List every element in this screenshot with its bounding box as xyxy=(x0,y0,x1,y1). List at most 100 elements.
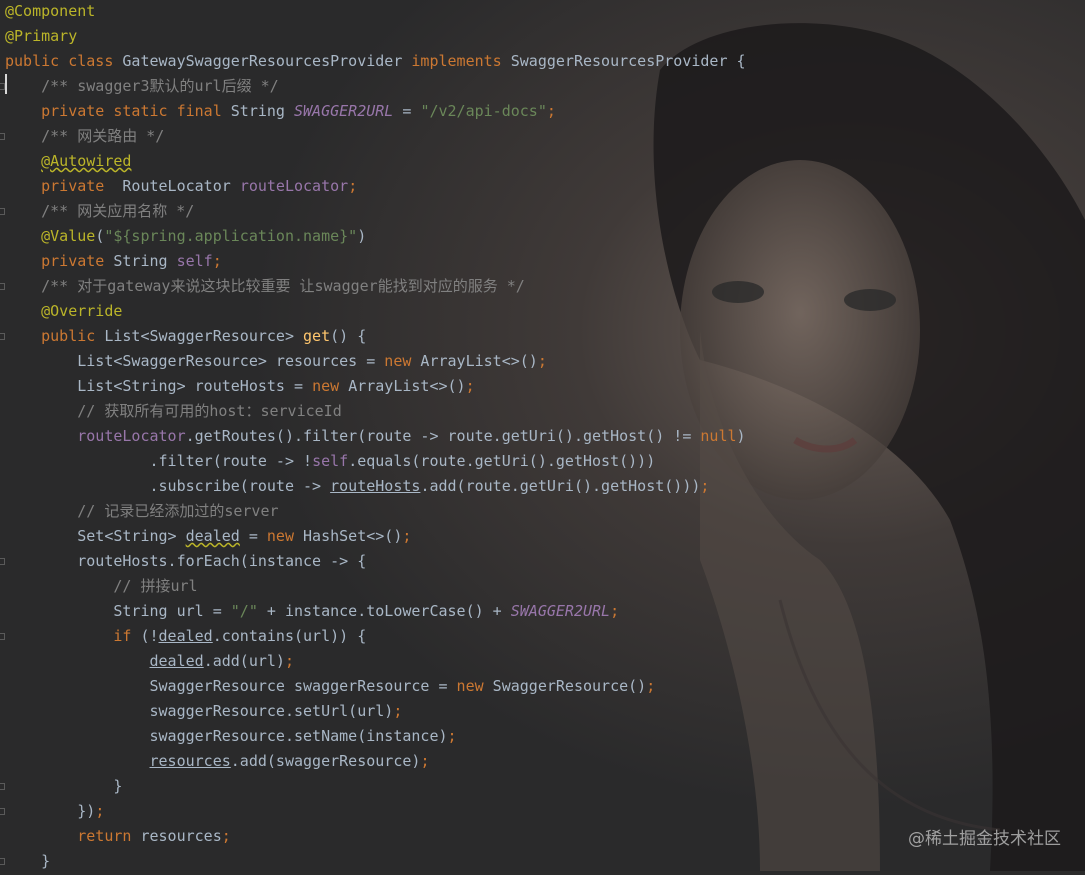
code-line[interactable]: List<String> routeHosts = new ArrayList<… xyxy=(5,375,746,400)
code-token: dealed xyxy=(149,652,204,670)
code-line[interactable]: @Value("${spring.application.name}") xyxy=(5,225,746,250)
code-line[interactable]: return resources; xyxy=(5,825,746,850)
code-token: ; xyxy=(700,477,710,495)
code-line[interactable]: /** 对于gateway来说这块比较重要 让swagger能找到对应的服务 *… xyxy=(5,275,746,300)
code-token: new xyxy=(312,377,349,395)
code-line[interactable]: dealed.add(url); xyxy=(5,650,746,675)
code-line[interactable]: routeHosts.forEach(instance -> { xyxy=(5,550,746,575)
code-token: // 拼接url xyxy=(113,577,198,595)
code-token: ; xyxy=(95,802,105,820)
code-token: resources xyxy=(140,827,222,845)
code-line[interactable]: @Override xyxy=(5,300,746,325)
code-token: routeHosts.forEach(instance -> { xyxy=(77,552,367,570)
code-line[interactable]: String url = "/" + instance.toLowerCase(… xyxy=(5,600,746,625)
code-line[interactable]: /** swagger3默认的url后缀 */ xyxy=(5,75,746,100)
code-token: public xyxy=(41,327,105,345)
code-token: SwaggerResource() xyxy=(492,677,647,695)
code-line[interactable]: // 拼接url xyxy=(5,575,746,600)
code-token: @Autowired xyxy=(41,152,132,170)
code-token: } xyxy=(41,852,51,870)
code-token: /** 网关应用名称 */ xyxy=(41,202,195,220)
code-token: ; xyxy=(546,102,556,120)
code-line[interactable]: @Autowired xyxy=(5,150,746,175)
code-lines[interactable]: @Component @Primary public class GatewaySw… xyxy=(5,0,746,875)
code-token: SwaggerResourcesProvider { xyxy=(510,52,746,70)
code-line[interactable]: /** 网关应用名称 */ xyxy=(5,200,746,225)
code-line[interactable]: swaggerResource.setUrl(url); xyxy=(5,700,746,725)
code-token: ; xyxy=(393,702,403,720)
code-token: SWAGGER2URL xyxy=(510,602,611,620)
code-line[interactable]: private String self; xyxy=(5,250,746,275)
code-line[interactable]: private static final String SWAGGER2URL … xyxy=(5,100,746,125)
code-line[interactable]: } xyxy=(5,775,746,800)
code-token: new xyxy=(456,677,493,695)
code-line[interactable]: SwaggerResource swaggerResource = new Sw… xyxy=(5,675,746,700)
code-line[interactable]: public class GatewaySwaggerResourcesProv… xyxy=(5,50,746,75)
code-line[interactable]: }); xyxy=(5,800,746,825)
code-token: null xyxy=(700,427,737,445)
code-token: String url = xyxy=(113,602,231,620)
code-line[interactable]: Set<String> dealed = new HashSet<>(); xyxy=(5,525,746,550)
code-line[interactable]: List<SwaggerResource> resources = new Ar… xyxy=(5,350,746,375)
code-line[interactable]: if (!dealed.contains(url)) { xyxy=(5,625,746,650)
code-token: ; xyxy=(420,752,430,770)
code-line[interactable]: /** 网关路由 */ xyxy=(5,125,746,150)
code-token: ) xyxy=(736,427,746,445)
code-token: if xyxy=(113,627,141,645)
code-token: return xyxy=(77,827,141,845)
code-token: HashSet<>() xyxy=(303,527,403,545)
code-line[interactable]: // 获取所有可用的host：serviceId xyxy=(5,400,746,425)
code-token: ; xyxy=(284,652,294,670)
code-line[interactable]: resources.add(swaggerResource); xyxy=(5,750,746,775)
code-token: String xyxy=(113,252,177,270)
code-line[interactable]: private RouteLocator routeLocator; xyxy=(5,175,746,200)
code-token: ; xyxy=(646,677,656,695)
code-token: SWAGGER2URL xyxy=(294,102,394,120)
code-token: List<SwaggerResource> xyxy=(104,327,304,345)
code-line[interactable]: } xyxy=(5,850,746,875)
code-token: public class xyxy=(5,52,123,70)
code-token: .add(swaggerResource) xyxy=(230,752,421,770)
code-token: swaggerResource.setName(instance) xyxy=(149,727,448,745)
code-token: @Value xyxy=(41,227,96,245)
code-line[interactable]: @Component xyxy=(5,0,746,25)
watermark: @稀土掘金技术社区 xyxy=(908,829,1061,849)
code-line[interactable]: public List<SwaggerResource> get() { xyxy=(5,325,746,350)
code-line[interactable]: .subscribe(route -> routeHosts.add(route… xyxy=(5,475,746,500)
code-token: } xyxy=(113,777,123,795)
code-token: RouteLocator xyxy=(122,177,240,195)
code-token: ; xyxy=(465,377,475,395)
code-line[interactable]: routeLocator.getRoutes().filter(route ->… xyxy=(5,425,746,450)
code-token: routeLocator xyxy=(77,427,186,445)
code-token: (! xyxy=(140,627,159,645)
code-token: new xyxy=(384,352,421,370)
code-line[interactable]: @Primary xyxy=(5,25,746,50)
code-line[interactable]: swaggerResource.setName(instance); xyxy=(5,725,746,750)
code-token: ; xyxy=(212,252,222,270)
code-token: GatewaySwaggerResourcesProvider xyxy=(122,52,412,70)
code-token: routeLocator xyxy=(239,177,349,195)
code-token: self xyxy=(312,452,349,470)
code-token: private static final xyxy=(41,102,231,120)
code-token: String xyxy=(230,102,294,120)
code-token: /** swagger3默认的url后缀 */ xyxy=(41,77,279,95)
code-token: /** 网关路由 */ xyxy=(41,127,165,145)
code-line[interactable]: // 记录已经添加过的server xyxy=(5,500,746,525)
code-token: ; xyxy=(610,602,620,620)
code-line[interactable]: .filter(route -> !self.equals(route.getU… xyxy=(5,450,746,475)
code-token: ; xyxy=(447,727,457,745)
code-editor[interactable]: @Component @Primary public class GatewaySw… xyxy=(0,0,1085,871)
